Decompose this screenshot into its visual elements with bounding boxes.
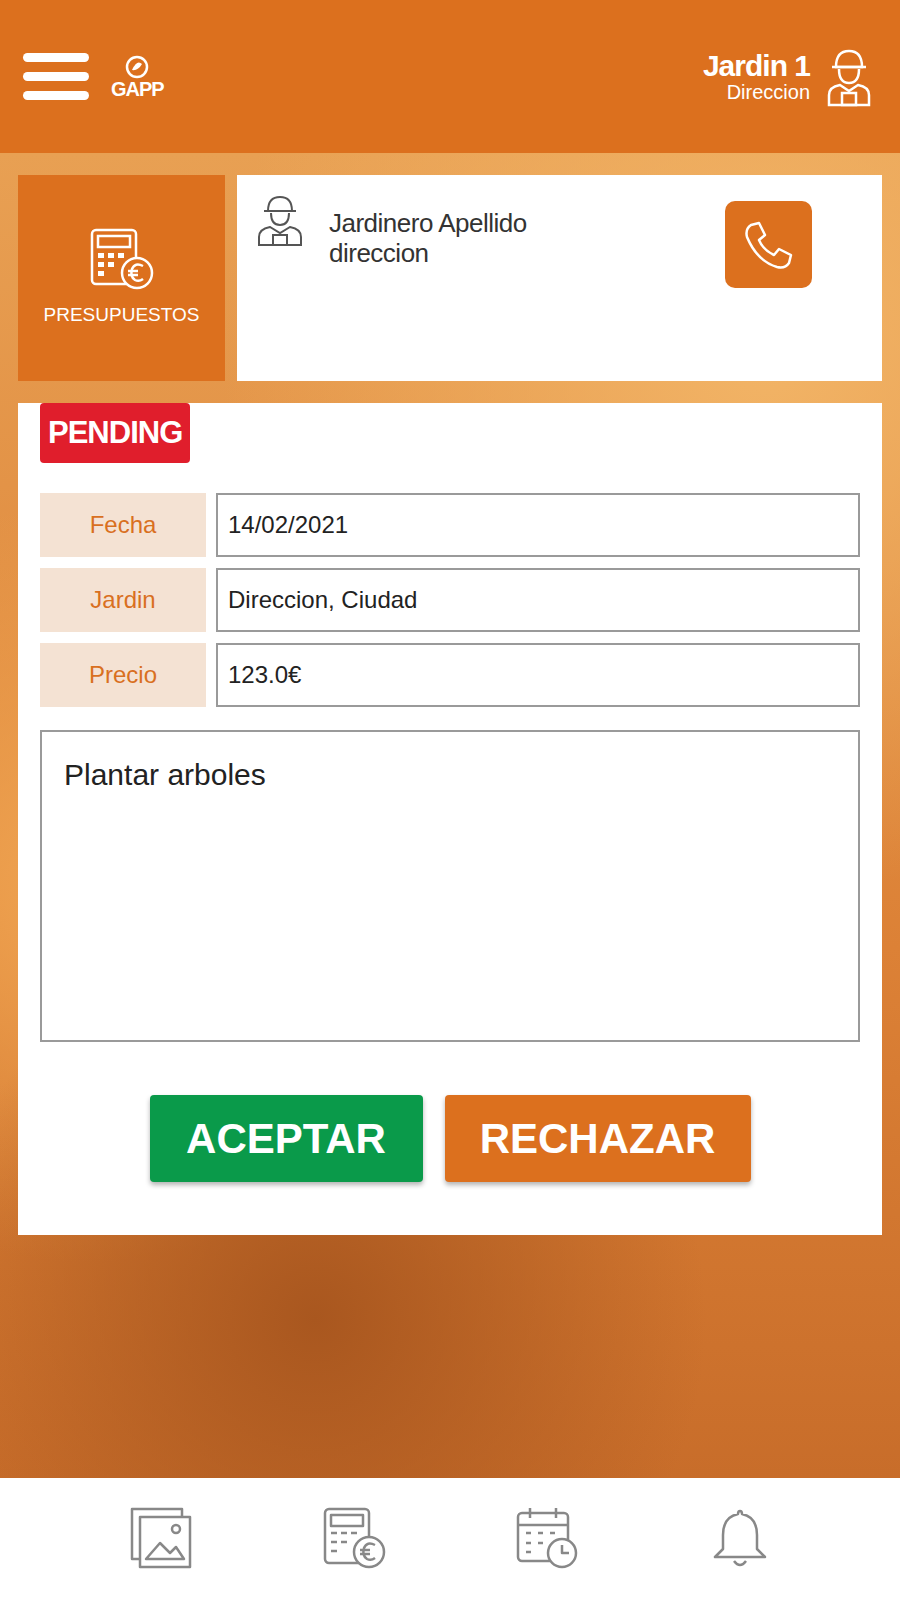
accept-button[interactable]: ACEPTAR [150,1095,423,1182]
field-label: Jardin [40,568,206,632]
field-label: Precio [40,643,206,707]
top-row: PRESUPUESTOS Jardinero Apellido direccio… [18,175,882,381]
budgets-tile[interactable]: PRESUPUESTOS [18,175,225,381]
field-label: Fecha [40,493,206,557]
gardener-name: Jardinero Apellido [329,209,527,239]
status-badge: PENDING [40,403,190,463]
nav-item[interactable] [64,1505,257,1571]
leaf-icon [124,55,150,79]
gardener-info: Jardinero Apellido direccion [329,193,527,269]
budget-card: PENDING Fecha14/02/2021JardinDireccion, … [18,403,882,1235]
bell-icon [707,1505,773,1571]
reject-button[interactable]: RECHAZAR [445,1095,751,1182]
gardener-address: direccion [329,239,527,269]
calculator-euro-icon [89,227,155,291]
nav-item[interactable] [643,1505,836,1571]
field-row: JardinDireccion, Ciudad [40,568,860,632]
phone-icon [743,219,795,271]
logo-text: GAPP [111,79,164,99]
call-button[interactable] [725,201,812,288]
top-bar: GAPP Jardin 1 Direccion [0,0,900,153]
calendar-clock-icon [514,1505,580,1571]
user-icon[interactable] [826,47,872,107]
app: GAPP Jardin 1 Direccion PRESUPUESTOS Jar… [0,0,900,1598]
field-value[interactable]: 14/02/2021 [216,493,860,557]
field-value[interactable]: Direccion, Ciudad [216,568,860,632]
gardener-card: Jardinero Apellido direccion [237,175,882,381]
menu-icon[interactable] [23,53,89,100]
gallery-icon [128,1505,194,1571]
content-area: PRESUPUESTOS Jardinero Apellido direccio… [0,153,900,1478]
description-box[interactable]: Plantar arboles [40,730,860,1042]
nav-item[interactable] [450,1505,643,1571]
garden-name: Jardin 1 [703,50,810,82]
garden-info: Jardin 1 Direccion [703,50,810,103]
logo[interactable]: GAPP [111,55,164,99]
budgets-label: PRESUPUESTOS [44,301,200,330]
field-value[interactable]: 123.0€ [216,643,860,707]
calculator-euro-icon [321,1505,387,1571]
budget-fields: Fecha14/02/2021JardinDireccion, CiudadPr… [40,493,860,707]
garden-address: Direccion [703,82,810,103]
bottom-nav [0,1478,900,1598]
nav-item[interactable] [257,1505,450,1571]
field-row: Precio123.0€ [40,643,860,707]
gardener-icon [255,193,305,247]
action-buttons: ACEPTAR RECHAZAR [40,1095,860,1182]
field-row: Fecha14/02/2021 [40,493,860,557]
